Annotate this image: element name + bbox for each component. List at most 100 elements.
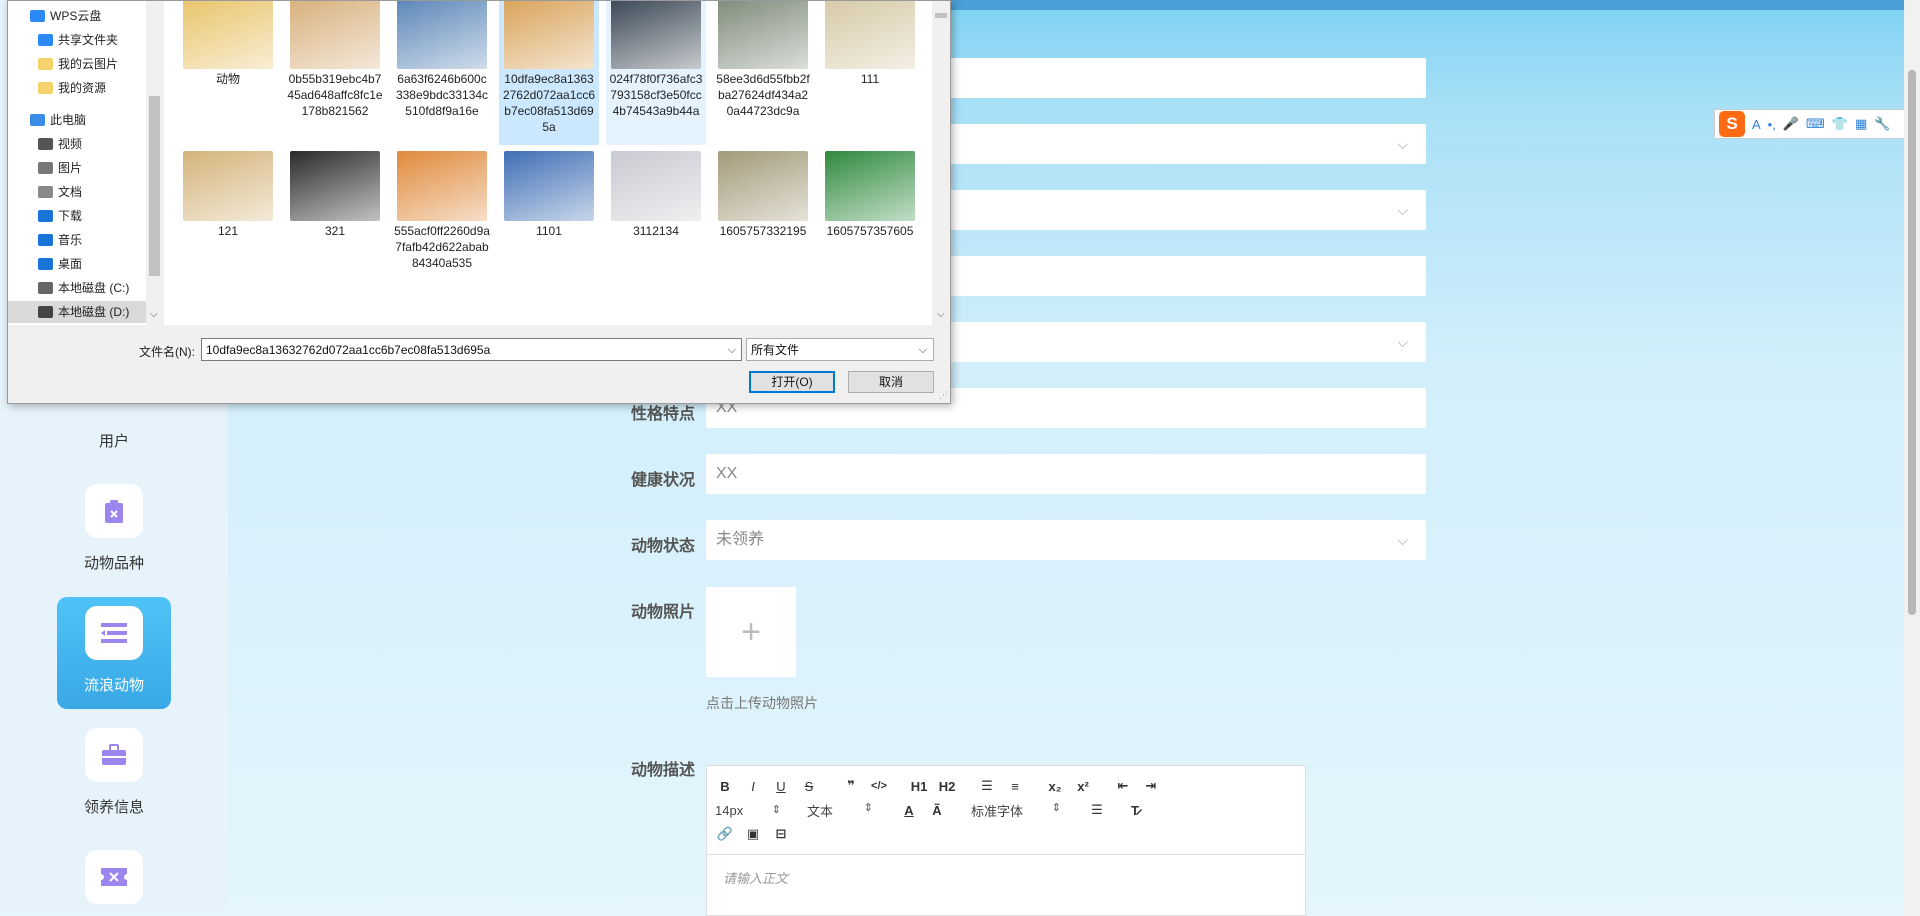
ime-punctuation-icon[interactable]: •, xyxy=(1768,117,1776,132)
briefcase-icon xyxy=(85,728,143,782)
file-item[interactable]: 0b55b319ebc4b745ad648affc8fc1e178b821562 xyxy=(285,1,385,145)
video-icon[interactable]: ⊟ xyxy=(771,826,791,842)
tree-scroll-thumb[interactable] xyxy=(149,96,160,276)
align-icon[interactable]: ☰ xyxy=(1087,802,1107,818)
header-select[interactable]: 文本 xyxy=(807,801,873,820)
photo-upload-button[interactable]: + xyxy=(706,587,796,677)
editor-placeholder[interactable]: 请输入正文 xyxy=(723,868,788,887)
chevron-down-icon[interactable]: ⌵ xyxy=(937,309,945,320)
tree-item[interactable]: 音乐 xyxy=(38,229,82,251)
file-item[interactable]: 1605757357605 xyxy=(820,151,920,316)
tree-item[interactable]: WPS云盘 xyxy=(30,5,101,27)
quote-button[interactable]: ❞ xyxy=(841,778,861,794)
background-color-icon[interactable]: Ã xyxy=(927,803,947,818)
indent-button[interactable]: ⇥ xyxy=(1141,778,1161,794)
folder-icon xyxy=(38,162,53,174)
tree-item[interactable]: 本地磁盘 (C:) xyxy=(38,277,129,299)
superscript-button[interactable]: x² xyxy=(1073,779,1093,794)
tree-item[interactable]: 我的云图片 xyxy=(38,53,118,75)
italic-button[interactable]: I xyxy=(743,779,763,794)
folder-icon xyxy=(38,138,53,150)
file-item[interactable]: 6a63f6246b600c338e9bdc33134c510fd8f9a16e xyxy=(392,1,492,145)
sidebar-item-adoption[interactable]: 领养信息 xyxy=(57,719,171,831)
keyboard-icon[interactable]: ⌨ xyxy=(1806,116,1825,132)
file-item[interactable]: 111 xyxy=(820,1,920,145)
open-button[interactable]: 打开(O) xyxy=(749,371,835,393)
sidebar-item-more[interactable] xyxy=(57,841,171,904)
tree-scrollbar[interactable]: ⌵ xyxy=(146,1,163,325)
folder-icon xyxy=(38,58,53,70)
sogou-logo-icon[interactable]: S xyxy=(1719,111,1745,137)
tools-icon[interactable]: 🔧 xyxy=(1874,116,1890,132)
file-item[interactable]: 321 xyxy=(285,151,385,316)
tree-item-label: 文档 xyxy=(58,185,83,199)
tree-item-label: 此电脑 xyxy=(50,113,87,127)
tree-item[interactable]: 我的资源 xyxy=(38,77,106,99)
bold-button[interactable]: B xyxy=(715,779,735,794)
tree-item[interactable]: 本地磁盘 (D:) xyxy=(8,301,146,323)
clear-format-icon[interactable]: T̷ xyxy=(1125,803,1145,818)
tree-item[interactable]: 桌面 xyxy=(38,253,82,275)
sidebar-item-users[interactable]: 用户 xyxy=(57,430,171,451)
tree-item[interactable]: 视频 xyxy=(38,133,82,155)
underline-button[interactable]: U xyxy=(771,779,791,794)
page-scroll-thumb[interactable] xyxy=(1908,70,1916,615)
font-size-select[interactable]: 14px xyxy=(715,803,781,818)
tree-item[interactable]: 共享文件夹 xyxy=(38,29,118,51)
filetype-value: 所有文件 xyxy=(751,343,800,357)
folder-icon xyxy=(30,114,45,126)
file-item[interactable]: 121 xyxy=(178,151,278,316)
sidebar-item-stray-animals[interactable]: 流浪动物 xyxy=(57,597,171,709)
h2-button[interactable]: H2 xyxy=(937,779,957,794)
tree-item[interactable]: 此电脑 xyxy=(30,109,86,131)
sidebar-item-breeds[interactable]: 动物品种 xyxy=(57,475,171,587)
list-icon xyxy=(85,606,143,660)
status-select[interactable]: 未领养 ⌵ xyxy=(706,520,1426,560)
plus-icon: + xyxy=(741,612,761,651)
file-name: 121 xyxy=(217,224,239,238)
file-item[interactable]: 1101 xyxy=(499,151,599,316)
skin-icon[interactable]: 👕 xyxy=(1832,116,1848,132)
file-item[interactable]: 10dfa9ec8a13632762d072aa1cc6b7ec08fa513d… xyxy=(499,1,599,145)
tree-item[interactable]: 文档 xyxy=(38,181,82,203)
ime-chinese-mode-icon[interactable]: A xyxy=(1752,117,1761,132)
file-item[interactable]: 58ee3d6d55fbb2fba27624df434a20a44723dc9a xyxy=(713,1,813,145)
strike-button[interactable]: S xyxy=(799,779,819,794)
font-family-select[interactable]: 标准字体 xyxy=(971,801,1061,820)
link-icon[interactable]: 🔗 xyxy=(715,826,735,842)
apps-grid-icon[interactable]: ▦ xyxy=(1855,116,1867,132)
cancel-button[interactable]: 取消 xyxy=(848,371,934,393)
file-item[interactable]: 1605757332195 xyxy=(713,151,813,316)
bullet-list-button[interactable]: ≡ xyxy=(1005,779,1025,794)
folder-item[interactable]: 动物 xyxy=(178,1,278,145)
outdent-button[interactable]: ⇤ xyxy=(1113,778,1133,794)
tree-item[interactable]: 下载 xyxy=(38,205,82,227)
microphone-icon[interactable]: 🎤 xyxy=(1783,116,1799,132)
font-color-icon[interactable]: A xyxy=(899,803,919,818)
image-icon[interactable]: ▣ xyxy=(743,826,763,842)
files-scrollbar[interactable]: ⌵ xyxy=(932,1,950,325)
filename-input[interactable]: 10dfa9ec8a13632762d072aa1cc6b7ec08fa513d… xyxy=(201,338,742,361)
resize-grip-icon[interactable]: ⋰ xyxy=(939,390,948,401)
image-thumbnail xyxy=(504,151,594,221)
health-input[interactable]: XX xyxy=(706,454,1426,494)
chevron-down-icon[interactable]: ⌵ xyxy=(150,309,158,320)
tree-item[interactable]: 图片 xyxy=(38,157,82,179)
filetype-select[interactable]: 所有文件 ⌵ xyxy=(746,338,934,361)
tree-item-label: 共享文件夹 xyxy=(58,33,119,47)
ordered-list-button[interactable]: ☰ xyxy=(977,778,997,794)
subscript-button[interactable]: x₂ xyxy=(1045,779,1065,794)
sidebar-item-label: 动物品种 xyxy=(83,555,144,572)
rich-text-editor: B I U S ❞ </> H1 H2 ☰ ≡ x₂ x² ⇤ ⇥ 14px 文… xyxy=(706,765,1306,916)
chevron-down-icon[interactable]: ⌵ xyxy=(728,339,736,362)
image-thumbnail xyxy=(397,1,487,69)
code-button[interactable]: </> xyxy=(869,780,889,792)
file-item[interactable]: 555acf0ff2260d9a7fafb42d622abab84340a535 xyxy=(392,151,492,316)
files-scroll-thumb[interactable] xyxy=(935,13,947,18)
folder-icon xyxy=(38,186,53,198)
page-scrollbar[interactable] xyxy=(1904,0,1920,916)
file-item[interactable]: 3112134 xyxy=(606,151,706,316)
h1-button[interactable]: H1 xyxy=(909,779,929,794)
file-item[interactable]: 024f78f0f736afc3793158cf3e50fcc4b74543a9… xyxy=(606,1,706,145)
image-thumbnail xyxy=(290,151,380,221)
